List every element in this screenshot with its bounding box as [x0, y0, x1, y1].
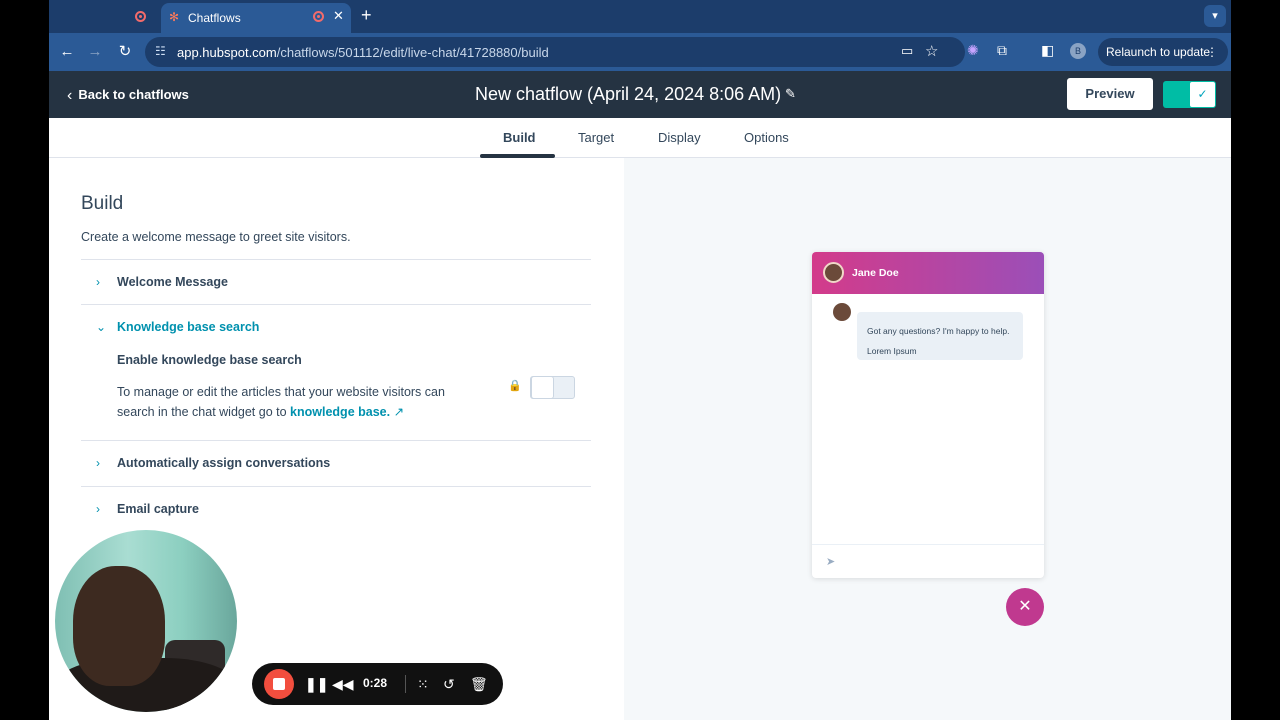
- chat-header: Jane Doe: [812, 252, 1044, 294]
- pause-icon[interactable]: ❚❚: [305, 675, 328, 693]
- message-avatar: [833, 303, 851, 321]
- chat-input-area: ➤: [812, 544, 1044, 578]
- chat-widget-preview: Jane Doe Got any questions? I'm happy to…: [812, 252, 1044, 578]
- site-settings-icon[interactable]: ☷: [155, 44, 166, 58]
- section-label: Knowledge base search: [117, 320, 260, 334]
- message-line: Lorem Ipsum: [867, 346, 917, 356]
- kb-description: To manage or edit the articles that your…: [117, 382, 477, 422]
- new-tab-button[interactable]: +: [361, 6, 372, 24]
- side-panel-icon[interactable]: ◧: [1041, 42, 1054, 59]
- section-welcome-message[interactable]: › Welcome Message: [81, 260, 591, 304]
- chevron-left-icon: ‹: [67, 87, 73, 104]
- publish-toggle[interactable]: ✓: [1163, 81, 1216, 108]
- editor-tabs: Build Target Display Options: [49, 118, 1231, 158]
- grid-icon[interactable]: ⁙: [417, 675, 429, 693]
- section-email-capture[interactable]: › Email capture: [81, 487, 591, 531]
- url-text: app.hubspot.com/chatflows/501112/edit/li…: [177, 45, 549, 60]
- recording-time: 0:28: [363, 676, 388, 690]
- toggle-knob: [531, 376, 554, 399]
- section-label: Automatically assign conversations: [117, 456, 331, 470]
- tab-search-chevron-icon[interactable]: ▾: [1204, 5, 1226, 27]
- section-knowledge-base-search[interactable]: ⌄ Knowledge base search: [81, 305, 591, 349]
- kb-enable-title: Enable knowledge base search: [117, 353, 302, 367]
- welcome-message-bubble: Got any questions? I'm happy to help. Lo…: [857, 312, 1023, 360]
- tab-bar: ✻ Chatflows ✕ + ▾: [49, 0, 1231, 33]
- send-icon: ➤: [826, 556, 836, 568]
- build-heading: Build: [81, 193, 124, 214]
- external-link-icon: ↗: [393, 405, 405, 419]
- tab-inactive[interactable]: [49, 0, 159, 33]
- hubspot-favicon-icon: ✻: [169, 10, 180, 24]
- chevron-right-icon: ›: [96, 502, 100, 516]
- recording-controls: ❚❚ ◀◀ 0:28 ⁙ ↺ 🗑: [252, 663, 503, 705]
- recording-indicator-icon: [135, 11, 146, 22]
- relaunch-label: Relaunch to update: [1106, 45, 1211, 59]
- profile-avatar[interactable]: B: [1070, 43, 1086, 59]
- chevron-right-icon: ›: [96, 275, 100, 289]
- restart-icon[interactable]: ↺: [443, 675, 455, 693]
- forward-arrow-icon[interactable]: →: [85, 42, 105, 62]
- chat-launcher-close-button[interactable]: ✕: [1006, 588, 1044, 626]
- back-label: Back to chatflows: [78, 87, 189, 102]
- build-subtitle: Create a welcome message to greet site v…: [81, 230, 351, 244]
- camera-icon[interactable]: ▭: [901, 43, 913, 59]
- extension-icon[interactable]: ✺: [967, 42, 979, 59]
- tab-display[interactable]: Display: [658, 130, 701, 145]
- agent-name: Jane Doe: [852, 267, 899, 279]
- back-to-chatflows-link[interactable]: ‹ Back to chatflows: [67, 86, 189, 104]
- chatflow-header: ‹ Back to chatflows New chatflow (April 2…: [49, 71, 1231, 118]
- chevron-down-icon: ⌄: [96, 320, 107, 334]
- tab-title: Chatflows: [188, 11, 241, 25]
- tab-options[interactable]: Options: [744, 130, 789, 145]
- relaunch-button[interactable]: Relaunch to update ⋮: [1098, 38, 1228, 66]
- webcam-overlay: [55, 530, 237, 712]
- bookmark-star-icon[interactable]: ☆: [925, 42, 938, 60]
- lock-icon: 🔒: [508, 380, 522, 392]
- pencil-edit-icon[interactable]: ✎: [785, 86, 796, 102]
- stop-recording-button[interactable]: [264, 669, 294, 699]
- section-auto-assign[interactable]: › Automatically assign conversations: [81, 441, 591, 485]
- browser-toolbar: ← → ↻ ☷ app.hubspot.com/chatflows/501112…: [49, 33, 1231, 71]
- rewind-icon[interactable]: ◀◀: [332, 675, 354, 693]
- divider: [405, 675, 406, 693]
- presenter-head: [73, 566, 165, 686]
- tab-build[interactable]: Build: [503, 130, 536, 145]
- tab-chatflows[interactable]: ✻ Chatflows ✕: [161, 3, 351, 33]
- chevron-right-icon: ›: [96, 456, 100, 470]
- address-bar[interactable]: ☷ app.hubspot.com/chatflows/501112/edit/…: [145, 37, 965, 67]
- section-label: Welcome Message: [117, 275, 228, 289]
- recording-indicator-icon: [313, 11, 324, 22]
- extensions-puzzle-icon[interactable]: ⧉: [997, 42, 1007, 59]
- checkmark-icon: ✓: [1190, 82, 1215, 107]
- message-line: Got any questions? I'm happy to help.: [867, 326, 1010, 336]
- tab-target[interactable]: Target: [578, 130, 614, 145]
- delete-icon[interactable]: 🗑: [470, 675, 488, 693]
- chatflow-title: New chatflow (April 24, 2024 8:06 AM): [475, 84, 782, 104]
- more-menu-icon[interactable]: ⋮: [1206, 38, 1218, 66]
- knowledge-base-link[interactable]: knowledge base.: [290, 405, 390, 419]
- close-tab-icon[interactable]: ✕: [333, 8, 344, 24]
- section-label: Email capture: [117, 502, 199, 516]
- back-arrow-icon[interactable]: ←: [57, 42, 77, 62]
- reload-icon[interactable]: ↻: [115, 42, 135, 62]
- chat-preview-panel: Jane Doe Got any questions? I'm happy to…: [624, 158, 1231, 720]
- preview-button[interactable]: Preview: [1067, 78, 1153, 110]
- kb-search-toggle[interactable]: [530, 376, 575, 399]
- agent-avatar: [823, 262, 844, 283]
